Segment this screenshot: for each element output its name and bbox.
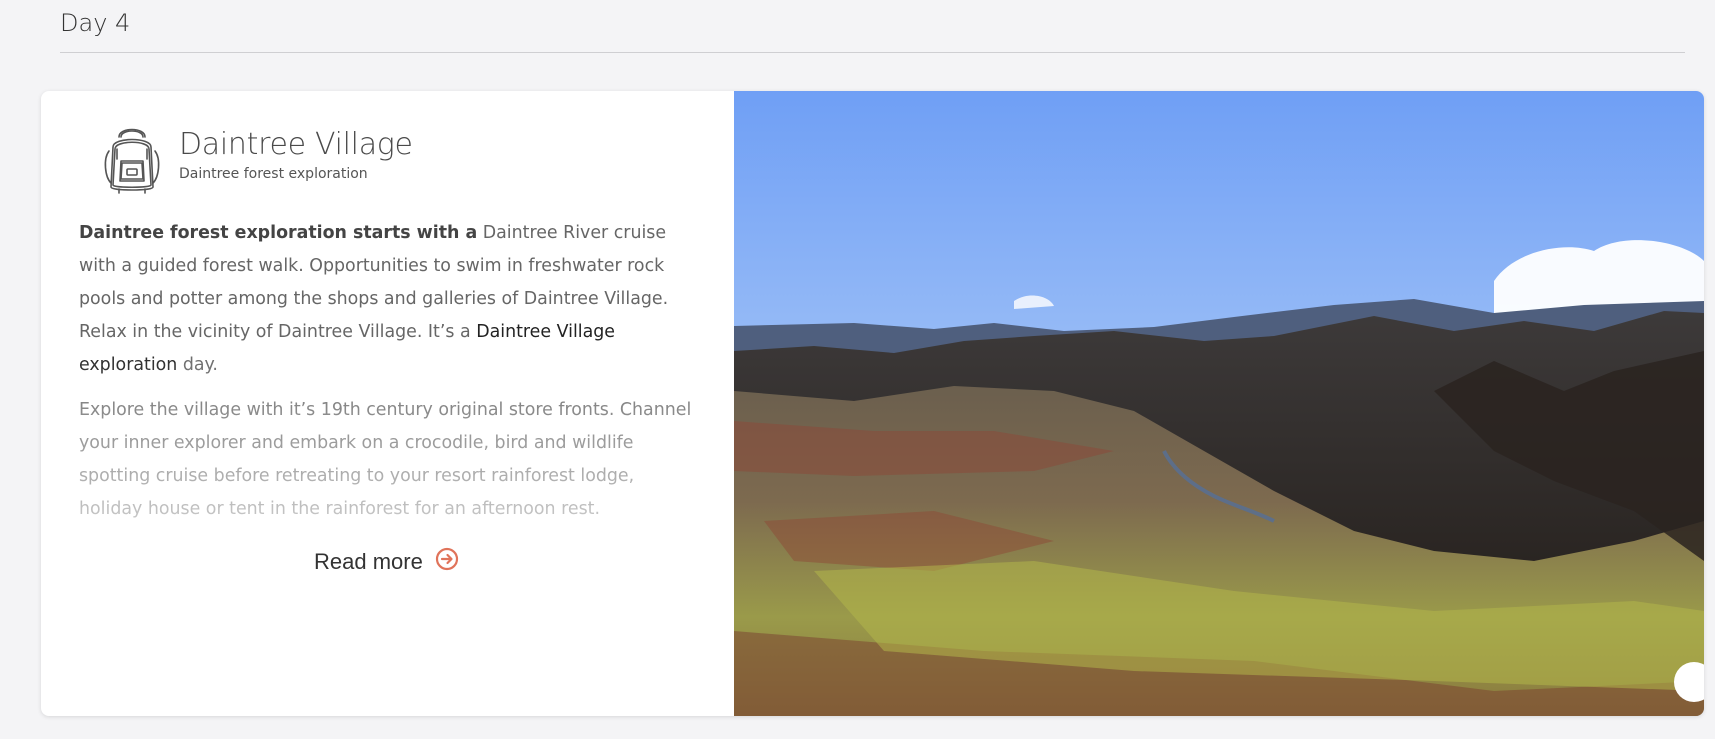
day-header: Day 4 [60,6,1685,53]
description-paragraph-1: Daintree forest exploration starts with … [79,217,699,382]
backpack-icon [99,125,165,195]
landscape-image [734,91,1704,716]
card-content: Daintree Village Daintree forest explora… [41,91,734,716]
read-more-label: Read more [314,548,423,574]
description-paragraph-2: Explore the village with it’s 19th centu… [79,400,692,519]
place-title: Daintree Village [179,127,413,162]
description: Daintree forest exploration starts with … [79,217,699,538]
read-more-button[interactable]: Read more [314,547,459,576]
description-lead: Daintree forest exploration starts with … [79,223,478,243]
arrow-circle-right-icon [435,547,459,576]
itinerary-card: Daintree Village Daintree forest explora… [41,91,1704,716]
day-title: Day 4 [60,9,131,37]
place-subtitle: Daintree forest exploration [179,166,368,182]
description-text-b: day. [177,355,218,375]
